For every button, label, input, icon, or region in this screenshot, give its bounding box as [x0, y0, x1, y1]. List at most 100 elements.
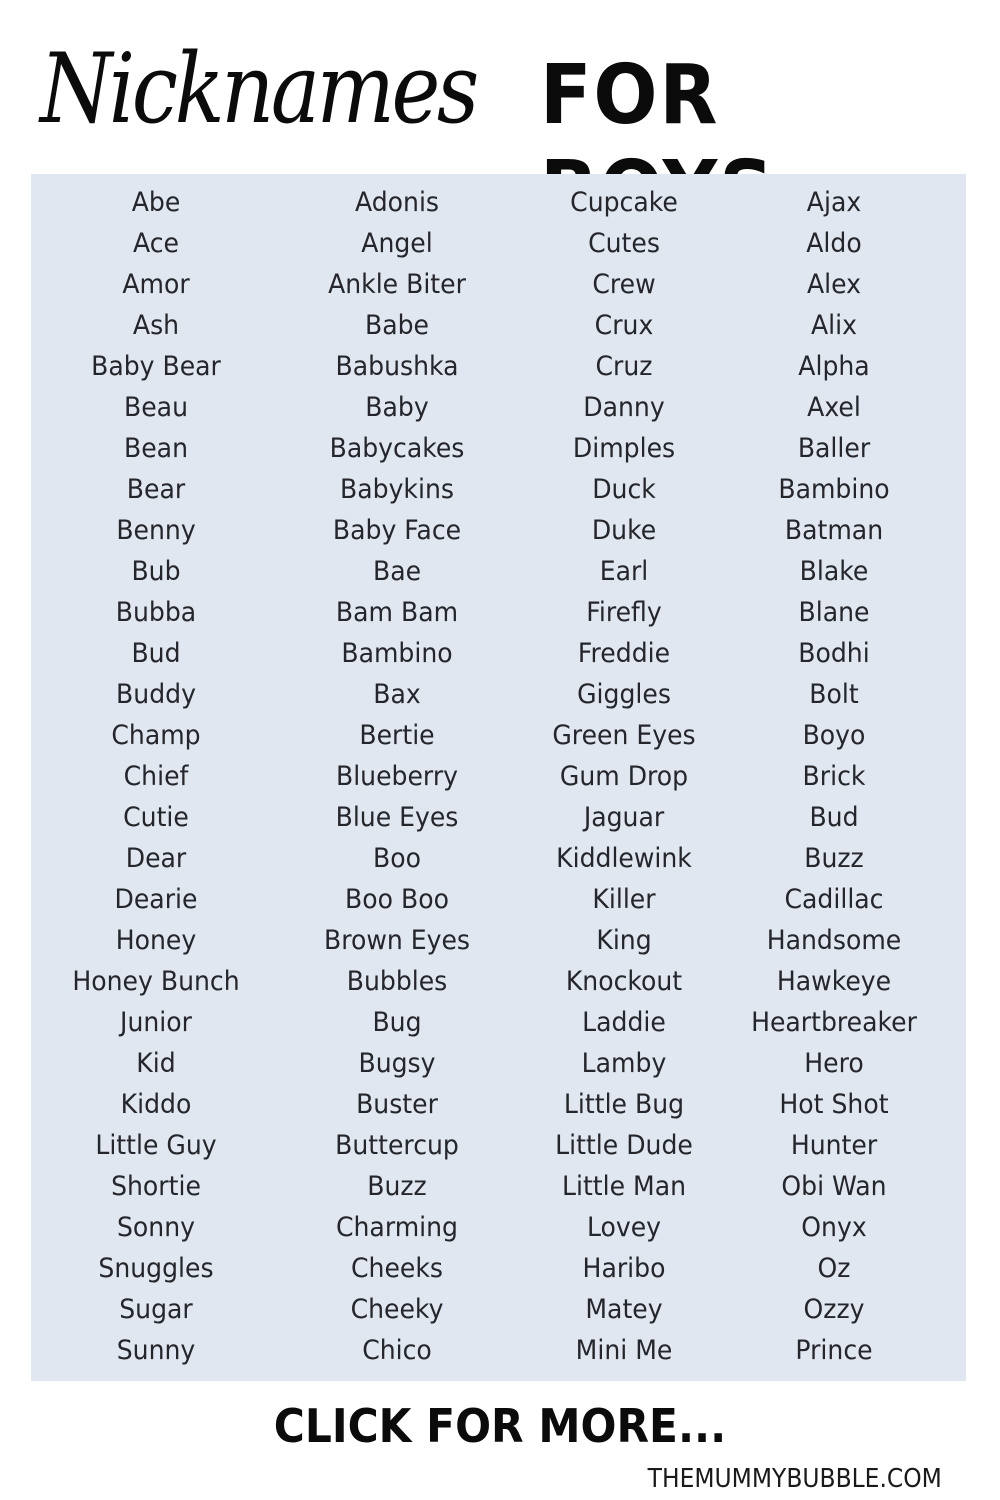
- title-script: Nicknames: [40, 33, 479, 145]
- nickname-item: Haribo: [582, 1253, 666, 1284]
- nickname-item: Little Dude: [555, 1130, 693, 1161]
- nickname-item: Bax: [373, 679, 421, 710]
- nickname-item: Snuggles: [98, 1253, 214, 1284]
- nickname-item: Bolt: [809, 679, 859, 710]
- nickname-item: Baby: [365, 392, 429, 423]
- nickname-item: Boo Boo: [345, 884, 449, 915]
- nickname-item: Bodhi: [798, 638, 870, 669]
- nickname-item: Ankle Biter: [328, 269, 466, 300]
- nickname-item: Prince: [795, 1335, 873, 1366]
- nickname-item: Ash: [132, 310, 180, 341]
- nickname-item: Sugar: [119, 1294, 193, 1325]
- nickname-item: Green Eyes: [552, 720, 696, 751]
- nickname-item: Little Man: [561, 1171, 687, 1202]
- nickname-item: Buzz: [804, 843, 864, 874]
- nickname-item: Mini Me: [575, 1335, 673, 1366]
- nickname-item: Brick: [802, 761, 866, 792]
- nickname-item: Cutie: [123, 802, 189, 833]
- nickname-item: Cheeks: [351, 1253, 443, 1284]
- nickname-item: Kiddo: [120, 1089, 192, 1120]
- nickname-item: Buster: [356, 1089, 438, 1120]
- nickname-item: Blueberry: [335, 761, 459, 792]
- nickname-item: Kiddlewink: [556, 843, 692, 874]
- nickname-item: Earl: [599, 556, 649, 587]
- nickname-item: Hawkeye: [776, 966, 892, 997]
- nickname-item: Abe: [131, 187, 181, 218]
- nickname-item: Sonny: [116, 1212, 196, 1243]
- nickname-item: Lamby: [581, 1048, 667, 1079]
- nickname-item: Danny: [583, 392, 665, 423]
- nickname-item: Bear: [126, 474, 186, 505]
- nickname-item: Baby Bear: [91, 351, 221, 382]
- nickname-item: Knockout: [565, 966, 683, 997]
- nickname-item: Bertie: [359, 720, 435, 751]
- nickname-item: Oz: [817, 1253, 851, 1284]
- nickname-item: Chief: [123, 761, 189, 792]
- nickname-item: Laddie: [582, 1007, 666, 1038]
- nickname-item: Honey: [115, 925, 197, 956]
- nickname-item: Kid: [136, 1048, 176, 1079]
- nickname-item: King: [596, 925, 652, 956]
- nickname-item: Buttercup: [335, 1130, 459, 1161]
- nickname-item: Blue Eyes: [335, 802, 459, 833]
- nickname-item: Sunny: [116, 1335, 196, 1366]
- nickname-item: Alex: [806, 269, 862, 300]
- nickname-item: Boyo: [802, 720, 866, 751]
- nickname-item: Dearie: [114, 884, 198, 915]
- nickname-item: Aldo: [806, 228, 862, 259]
- name-column-3: Cupcake Cutes Crew Crux Cruz Danny Dimples Duck…: [504, 182, 744, 1371]
- nickname-item: Charming: [335, 1212, 459, 1243]
- nickname-item: Dimples: [572, 433, 676, 464]
- nickname-item: Gum Drop: [559, 761, 689, 792]
- nickname-item: Brown Eyes: [323, 925, 471, 956]
- name-columns: Abe Ace Amor Ash Baby Bear Beau Bean Bear Benny B…: [31, 174, 966, 1381]
- nickname-item: Onyx: [801, 1212, 867, 1243]
- nickname-item: Cadillac: [784, 884, 884, 915]
- nickname-item: Hunter: [790, 1130, 878, 1161]
- nickname-item: Baller: [797, 433, 871, 464]
- name-column-1: Abe Ace Amor Ash Baby Bear Beau Bean Bear Benny B…: [36, 182, 276, 1371]
- click-for-more-link[interactable]: CLICK FOR MORE...: [40, 1398, 960, 1454]
- name-column-2: Adonis Angel Ankle Biter Babe Babushka Baby Ba…: [277, 182, 517, 1371]
- nickname-item: Axel: [807, 392, 861, 423]
- nickname-item: Killer: [592, 884, 656, 915]
- site-url: THEMUMMYBUBBLE.COM: [647, 1464, 942, 1494]
- header: Nicknames FOR BOYS: [0, 30, 1000, 239]
- nickname-item: Crew: [592, 269, 656, 300]
- nickname-item: Alpha: [798, 351, 870, 382]
- name-column-4: Ajax Aldo Alex Alix Alpha Axel Baller Bambino Ba…: [714, 182, 954, 1371]
- nickname-item: Baby Face: [332, 515, 462, 546]
- nickname-item: Jaguar: [583, 802, 665, 833]
- nickname-item: Obi Wan: [781, 1171, 887, 1202]
- nickname-item: Bug: [372, 1007, 422, 1038]
- nickname-item: Babushka: [335, 351, 459, 382]
- nickname-item: Bubba: [115, 597, 197, 628]
- nickname-item: Buzz: [367, 1171, 427, 1202]
- names-panel: Abe Ace Amor Ash Baby Bear Beau Bean Bear Benny B…: [31, 174, 966, 1381]
- nickname-item: Blake: [799, 556, 869, 587]
- nickname-item: Bean: [124, 433, 188, 464]
- nickname-item: Batman: [784, 515, 884, 546]
- nickname-item: Cheeky: [350, 1294, 444, 1325]
- nickname-item: Babe: [364, 310, 429, 341]
- nickname-item: Junior: [120, 1007, 192, 1038]
- nickname-item: Bub: [131, 556, 181, 587]
- nickname-item: Bae: [372, 556, 422, 587]
- nickname-item: Duke: [591, 515, 657, 546]
- nickname-item: Firefly: [586, 597, 662, 628]
- nickname-item: Dear: [125, 843, 187, 874]
- nickname-item: Bud: [131, 638, 181, 669]
- nickname-item: Babykins: [340, 474, 454, 505]
- nickname-item: Bambino: [778, 474, 890, 505]
- nickname-item: Crux: [594, 310, 654, 341]
- nickname-item: Bam Bam: [335, 597, 459, 628]
- nickname-item: Benny: [116, 515, 196, 546]
- nickname-item: Babycakes: [329, 433, 465, 464]
- nickname-item: Adonis: [354, 187, 440, 218]
- nickname-item: Little Guy: [95, 1130, 217, 1161]
- nickname-item: Beau: [124, 392, 188, 423]
- nickname-item: Heartbreaker: [751, 1007, 917, 1038]
- nickname-item: Bambino: [341, 638, 453, 669]
- nickname-item: Little Bug: [563, 1089, 685, 1120]
- nickname-item: Ace: [132, 228, 179, 259]
